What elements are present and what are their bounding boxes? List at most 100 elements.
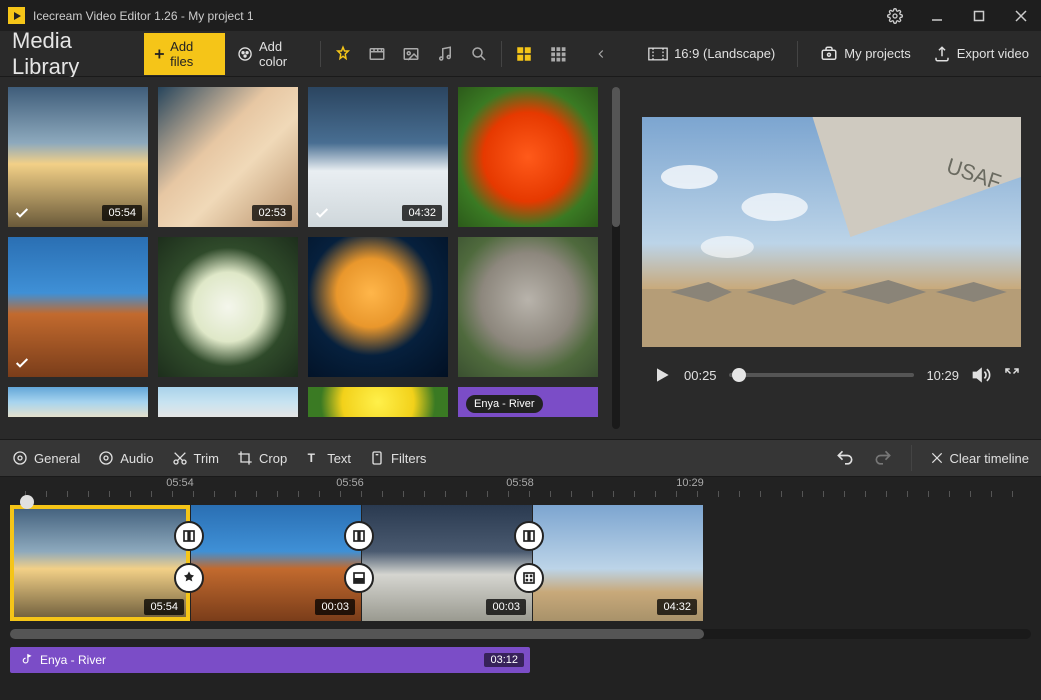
crop-tool[interactable]: Crop — [237, 450, 287, 466]
my-projects-button[interactable]: My projects — [820, 45, 910, 63]
audio-clip-label: Enya - River — [40, 653, 106, 667]
preview-current-time: 00:25 — [684, 368, 717, 383]
timeline-ruler[interactable]: 05:5405:5605:5810:29 — [0, 477, 1041, 503]
transition-button[interactable] — [344, 521, 374, 551]
thumb-duration: 02:53 — [252, 205, 292, 221]
filter-all-icon[interactable] — [333, 44, 353, 64]
library-thumb[interactable]: 05:54 — [8, 87, 148, 227]
audio-clip[interactable]: Enya - River 03:12 — [10, 647, 530, 673]
library-thumb[interactable] — [308, 387, 448, 417]
transition-button[interactable] — [514, 521, 544, 551]
thumb-duration: 05:54 — [102, 205, 142, 221]
app-logo — [8, 7, 25, 24]
thumb-duration: 04:32 — [402, 205, 442, 221]
filters-label: Filters — [391, 451, 426, 466]
playhead-marker[interactable] — [20, 495, 34, 509]
chevron-left-icon[interactable] — [592, 44, 610, 64]
library-scrollbar[interactable] — [612, 87, 620, 429]
window-title: Icecream Video Editor 1.26 - My project … — [33, 9, 883, 23]
export-video-button[interactable]: Export video — [933, 45, 1029, 63]
transition-button[interactable] — [174, 521, 204, 551]
aspect-ratio-label: 16:9 (Landscape) — [674, 46, 775, 61]
view-large-grid-icon[interactable] — [514, 44, 534, 64]
library-thumb[interactable] — [8, 237, 148, 377]
crop-label: Crop — [259, 451, 287, 466]
edit-toolbar: General Audio Trim Crop T Text Filters Cl… — [0, 439, 1041, 477]
aspect-ratio-button[interactable]: 16:9 (Landscape) — [648, 46, 775, 61]
separator — [320, 41, 321, 67]
audio-label: Audio — [120, 451, 153, 466]
export-video-label: Export video — [957, 46, 1029, 61]
audio-clip-duration: 03:12 — [484, 653, 524, 667]
timeline-clip[interactable]: 00:03 — [362, 505, 532, 621]
preview-viewport: USAF — [642, 117, 1021, 347]
add-color-label: Add color — [259, 39, 308, 69]
volume-icon[interactable] — [971, 365, 991, 385]
view-small-grid-icon[interactable] — [548, 44, 568, 64]
library-thumb[interactable]: Enya - River — [458, 387, 598, 417]
filter-image-icon[interactable] — [401, 44, 421, 64]
ruler-label: 05:58 — [506, 477, 534, 489]
text-tool[interactable]: T Text — [305, 450, 351, 466]
check-icon — [314, 205, 330, 221]
preview-pane: USAF 00:25 10:29 — [622, 77, 1041, 439]
text-label: Text — [327, 451, 351, 466]
library-thumb[interactable] — [158, 237, 298, 377]
play-button[interactable] — [652, 365, 672, 385]
search-icon[interactable] — [469, 44, 489, 64]
check-icon — [14, 355, 30, 371]
seek-knob[interactable] — [732, 368, 746, 382]
timeline-clip[interactable]: 00:03 — [191, 505, 361, 621]
separator — [797, 41, 798, 67]
title-bar: Icecream Video Editor 1.26 - My project … — [0, 0, 1041, 31]
audio-clips-row: Enya - River 03:12 — [10, 647, 1031, 673]
transition-effect-button[interactable] — [514, 563, 544, 593]
undo-button[interactable] — [835, 448, 855, 468]
filter-audio-icon[interactable] — [435, 44, 455, 64]
clip-duration: 05:54 — [144, 599, 184, 615]
media-library-pane: 05:54 02:53 04:32 Enya - River — [0, 77, 622, 439]
ruler-label: 05:56 — [336, 477, 364, 489]
timeline-clip[interactable]: 05:54 — [10, 505, 190, 621]
svg-text:T: T — [308, 451, 316, 465]
audio-tool[interactable]: Audio — [98, 450, 153, 466]
close-icon[interactable] — [1009, 4, 1033, 28]
transition-effect-button[interactable] — [344, 563, 374, 593]
settings-icon[interactable] — [883, 4, 907, 28]
clip-duration: 04:32 — [657, 599, 697, 615]
transition-effect-button[interactable] — [174, 563, 204, 593]
general-label: General — [34, 451, 80, 466]
filter-video-icon[interactable] — [367, 44, 387, 64]
add-color-button[interactable]: Add color — [237, 39, 308, 69]
clip-duration: 00:03 — [486, 599, 526, 615]
trim-label: Trim — [194, 451, 220, 466]
media-library-heading: Media Library — [12, 28, 132, 80]
timeline-clip[interactable]: 04:32 — [533, 505, 703, 621]
clear-timeline-label: Clear timeline — [950, 451, 1029, 466]
minimize-icon[interactable] — [925, 4, 949, 28]
timeline-scrollbar[interactable] — [10, 629, 1031, 639]
trim-tool[interactable]: Trim — [172, 450, 220, 466]
my-projects-label: My projects — [844, 46, 910, 61]
library-thumb[interactable] — [458, 87, 598, 227]
preview-seek-slider[interactable] — [729, 373, 915, 377]
clear-timeline-button[interactable]: Clear timeline — [930, 451, 1029, 466]
add-files-label: Add files — [170, 39, 215, 69]
library-thumb[interactable]: 04:32 — [308, 87, 448, 227]
library-thumb[interactable] — [158, 387, 298, 417]
add-files-button[interactable]: Add files — [144, 33, 224, 75]
library-thumb[interactable]: 02:53 — [158, 87, 298, 227]
library-thumb[interactable] — [458, 237, 598, 377]
library-thumb[interactable] — [8, 387, 148, 417]
library-thumb[interactable] — [308, 237, 448, 377]
scrollbar-handle[interactable] — [612, 87, 620, 227]
maximize-icon[interactable] — [967, 4, 991, 28]
fullscreen-icon[interactable] — [1003, 366, 1021, 384]
redo-button[interactable] — [873, 448, 893, 468]
audio-thumb-label: Enya - River — [466, 395, 543, 413]
clip-duration: 00:03 — [315, 599, 355, 615]
video-clips-row: 05:54 00:03 00:03 04:32 — [0, 503, 1041, 623]
general-tool[interactable]: General — [12, 450, 80, 466]
timeline-scroll-handle[interactable] — [10, 629, 704, 639]
filters-tool[interactable]: Filters — [369, 450, 426, 466]
